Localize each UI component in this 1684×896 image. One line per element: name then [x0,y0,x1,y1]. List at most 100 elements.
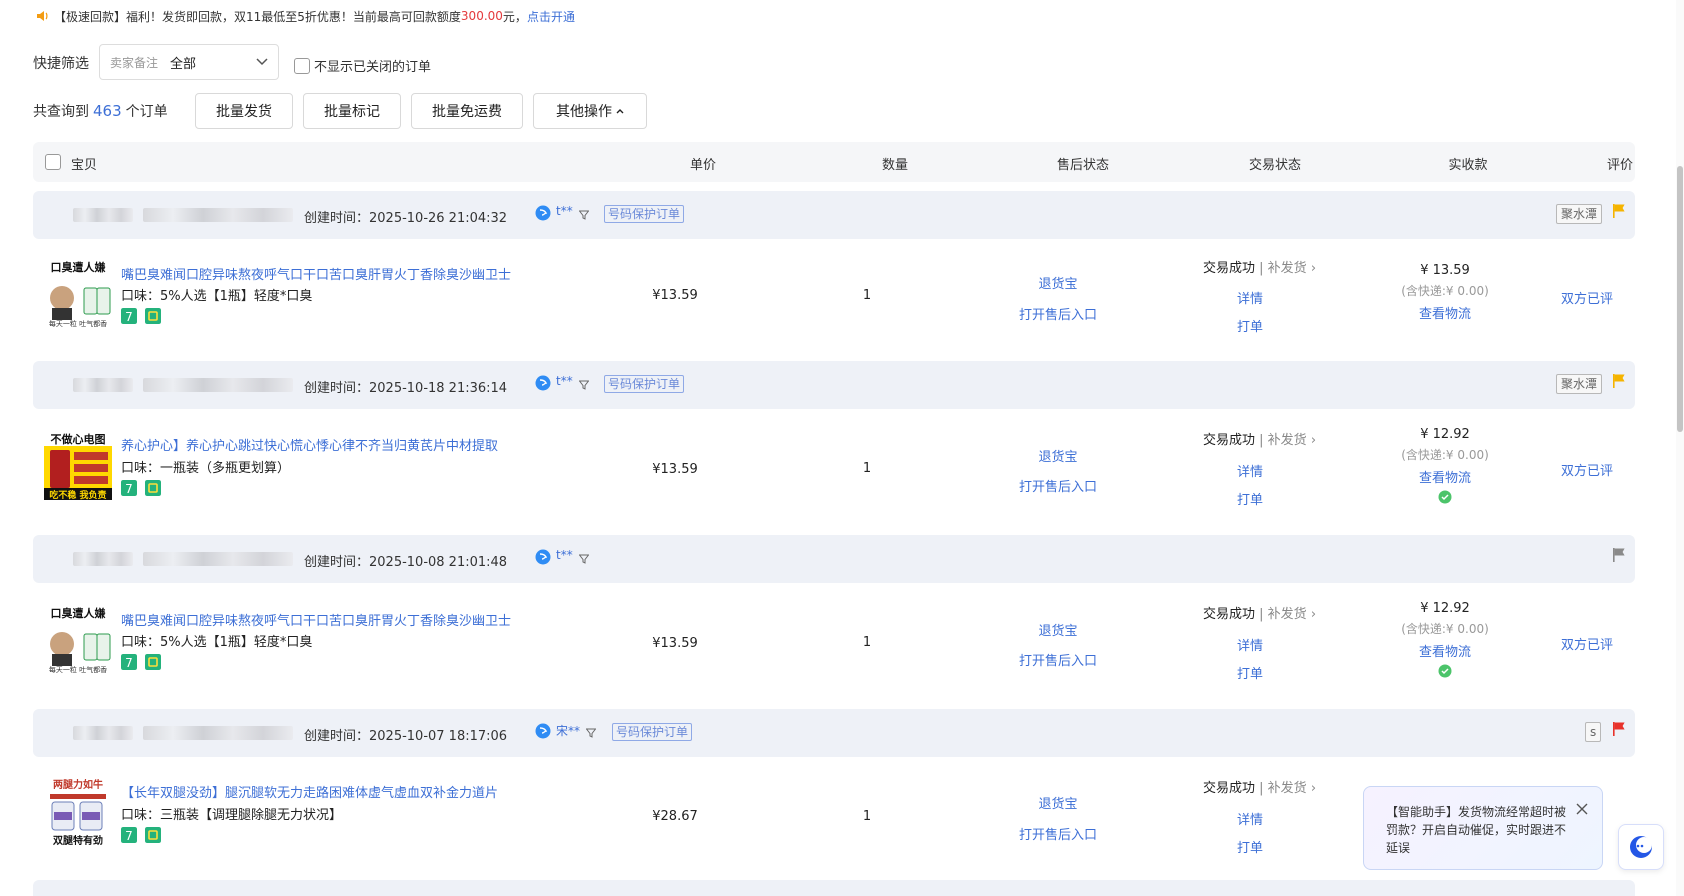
promo-notice: 【极速回款】福利！发货即回款，双11最低至5折优惠！当前最高可回款额度 300.… [36,6,575,26]
logistics-status-icon [1438,664,1452,678]
review-status-link[interactable]: 双方已评 [1547,634,1627,653]
col-qty: 数量 [881,158,908,173]
more-actions-button[interactable]: 其他操作 [533,93,647,129]
return-insurance-link[interactable]: 退货宝 [1000,620,1116,639]
flag-icon[interactable] [1612,373,1626,389]
filter-icon[interactable] [579,380,589,390]
scrollbar-thumb[interactable] [1677,166,1683,432]
svg-text:7: 7 [125,482,133,496]
print-link[interactable]: 打单 [1230,663,1270,682]
product-title-link[interactable]: 嘴巴臭难闻口腔异味熬夜呼气口干口苦口臭肝胃火丁香除臭沙幽卫士 [121,610,511,629]
assistant-button[interactable] [1618,824,1664,870]
erp-tag: s [1585,722,1602,742]
flag-icon[interactable] [1612,721,1626,737]
wangwang-chat-icon[interactable] [535,549,551,565]
buyer-nick[interactable]: t** [556,548,573,562]
product-image[interactable]: 两腿力如牛 双腿特有劲 [44,778,112,846]
notice-text: 【极速回款】福利！发货即回款，双11最低至5折优惠！当前最高可回款额度 [54,9,461,24]
batch-free-shipping-button[interactable]: 批量免运费 [411,93,523,129]
product-spec: 口味：5%人选【1瓶】轻度*口臭 [121,635,313,650]
wangwang-chat-icon[interactable] [535,205,551,221]
trade-status-text: 交易成功 [1203,261,1256,276]
print-link[interactable]: 打单 [1230,489,1270,508]
aftersale-entry-link[interactable]: 打开售后入口 [1000,824,1116,843]
print-link[interactable]: 打单 [1230,316,1270,335]
view-logistics-link[interactable]: 查看物流 [1385,303,1505,322]
thumb-text-top: 两腿力如牛 [53,778,103,791]
smart-assistant-popup: 【智能助手】发货物流经常超时被罚款？开启自动催促，实时跟进不延误 [1363,786,1603,870]
order-count: 共查询到 463 个订单 [33,101,168,121]
received-amount: ¥ 12.92 (含快递:¥ 0.00) 查看物流 [1385,427,1505,504]
trade-status-text: 交易成功 [1203,781,1256,796]
reship-link[interactable]: | 补发货 › [1259,261,1316,276]
buyer-nick[interactable]: t** [556,204,573,218]
reship-link[interactable]: | 补发货 › [1259,607,1316,622]
product-title-link[interactable]: 【长年双腿没劲】腿沉腿软无力走路困难体虚气虚血双补金力道片 [121,782,498,801]
trade-status: 交易成功 | 补发货 › [1203,603,1316,622]
return-insurance-link[interactable]: 退货宝 [1000,446,1116,465]
filter-icon[interactable] [579,554,589,564]
masked-order-id [73,378,133,392]
received-amount: ¥ 13.59 (含快递:¥ 0.00) 查看物流 [1385,263,1505,322]
seller-note-select[interactable]: 卖家备注 全部 [99,44,279,80]
erp-tag: 聚水潭 [1556,204,1603,224]
shipping-fee: (含快递:¥ 0.00) [1401,448,1489,462]
batch-ship-button[interactable]: 批量发货 [195,93,293,129]
product-image[interactable]: 口臭遭人嫌 每天一粒 吐气都香 [44,606,112,674]
shipping-fee: (含快递:¥ 0.00) [1401,284,1489,298]
product-spec: 口味：一瓶装（多瓶更划算） [121,461,291,476]
return-insurance-link[interactable]: 退货宝 [1000,793,1116,812]
filter-icon[interactable] [586,728,596,738]
wangwang-chat-icon[interactable] [535,723,551,739]
logistics-status-icon [1438,490,1452,504]
number-protect-badge: 号码保护订单 [612,723,693,741]
select-label: 卖家备注 [110,55,159,70]
review-status-link[interactable]: 双方已评 [1547,460,1627,479]
unit-price: ¥13.59 [652,636,698,651]
print-link[interactable]: 打单 [1230,837,1270,856]
aftersale-entry-link[interactable]: 打开售后入口 [1000,476,1116,495]
buyer-nick[interactable]: t** [556,374,573,388]
buyer-nick[interactable]: 宋** [556,722,580,739]
product-image[interactable]: 不做心电图 吃不稳 我负责 [44,432,112,500]
select-all-checkbox[interactable] [45,154,61,170]
reship-link[interactable]: | 补发货 › [1259,433,1316,448]
hide-closed-checkbox[interactable] [294,57,310,74]
view-logistics-link[interactable]: 查看物流 [1385,641,1505,660]
aftersale-entry-link[interactable]: 打开售后入口 [1000,650,1116,669]
assistant-text: 【智能助手】发货物流经常超时被罚款？开启自动催促，实时跟进不延误 [1386,805,1567,855]
trade-status: 交易成功 | 补发货 › [1203,777,1316,796]
filter-icon[interactable] [579,210,589,220]
select-value: 全部 [170,56,197,72]
batch-mark-button[interactable]: 批量标记 [303,93,401,129]
return-insurance-link[interactable]: 退货宝 [1000,273,1116,292]
flag-icon[interactable] [1612,547,1626,563]
guarantee-icon [145,308,161,324]
seven-day-return-icon: 7 [121,654,137,670]
product-title-link[interactable]: 养心护心】养心护心跳过快心慌心悸心律不齐当归黄芪片中材提取 [121,435,498,454]
reship-link[interactable]: | 补发货 › [1259,781,1316,796]
masked-order-number [143,378,293,392]
flag-icon[interactable] [1612,203,1626,219]
detail-link[interactable]: 详情 [1230,288,1270,307]
quick-filter-label: 快捷筛选 [33,56,89,72]
product-image[interactable]: 口臭遭人嫌 每天一粒 吐气都香 [44,260,112,328]
scrollbar-track[interactable] [1676,0,1684,896]
order-header: 创建时间：2025-10-07 18:17:06 宋** 号码保护订单 s [33,709,1635,757]
review-status-link[interactable]: 双方已评 [1547,288,1627,307]
order-header: 创建时间：2025-10-08 21:01:48 t** [33,535,1635,583]
thumb-text-bottom: 每天一粒 吐气都香 [49,665,107,674]
wangwang-chat-icon[interactable] [535,375,551,391]
close-icon[interactable] [1576,803,1588,815]
detail-link[interactable]: 详情 [1230,809,1270,828]
quantity: 1 [862,635,872,650]
detail-link[interactable]: 详情 [1230,461,1270,480]
product-title-link[interactable]: 嘴巴臭难闻口腔异味熬夜呼气口干口苦口臭肝胃火丁香除臭沙幽卫士 [121,264,511,283]
detail-link[interactable]: 详情 [1230,635,1270,654]
view-logistics-link[interactable]: 查看物流 [1385,467,1505,486]
guarantee-icon [145,827,161,843]
notice-amount: 300.00 [460,9,503,23]
notice-open-link[interactable]: 点击开通 [527,8,575,25]
hide-closed-option[interactable]: 不显示已关闭的订单 [294,56,431,75]
aftersale-entry-link[interactable]: 打开售后入口 [1000,304,1116,323]
